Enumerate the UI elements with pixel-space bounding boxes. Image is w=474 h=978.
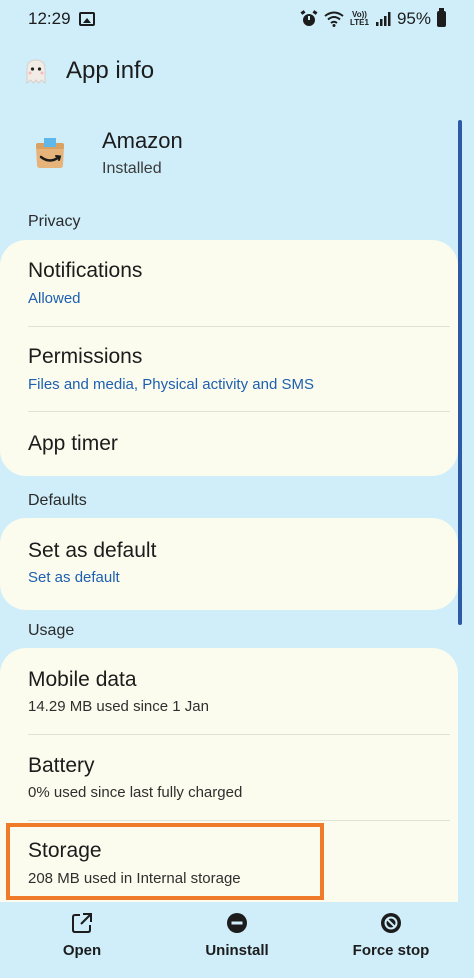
list-item-subtitle: 14.29 MB used since 1 Jan	[28, 698, 209, 715]
uninstall-button-label: Uninstall	[205, 942, 269, 959]
app-identity-text: Amazon Installed	[102, 128, 183, 178]
battery-percent: 95%	[396, 9, 431, 28]
section-label-defaults: Defaults	[28, 492, 87, 509]
app-identity: Amazon Installed	[32, 128, 183, 178]
status-bar: 12:29 Vo)) LTE1 95%	[0, 0, 474, 38]
app-info-header: App info	[22, 52, 154, 90]
section-label-privacy: Privacy	[28, 213, 81, 230]
app-name: Amazon	[102, 128, 183, 153]
storage-highlight-box	[6, 823, 324, 900]
list-item-subtitle: 0% used since last fully charged	[28, 784, 243, 801]
privacy-card: Notifications Allowed Permissions Files …	[0, 240, 458, 476]
open-button-label: Open	[62, 942, 102, 959]
list-item-title: Set as default	[28, 539, 157, 562]
force-stop-icon	[381, 913, 401, 933]
defaults-card: Set as default Set as default	[0, 518, 458, 610]
signal-icon	[375, 12, 391, 26]
status-time: 12:29	[28, 9, 71, 28]
list-item-battery[interactable]: Battery 0% used since last fully charged	[0, 735, 458, 820]
list-item-title: App timer	[28, 432, 118, 455]
battery-icon	[437, 8, 446, 27]
amazon-app-icon	[36, 138, 64, 168]
force-stop-button[interactable]: Force stop	[346, 912, 436, 959]
page-title: App info	[66, 57, 155, 84]
list-item-subtitle: Allowed	[28, 290, 81, 307]
uninstall-icon	[227, 913, 247, 933]
list-item-title: Notifications	[28, 259, 143, 282]
list-item-set-as-default[interactable]: Set as default Set as default	[0, 518, 458, 610]
open-button[interactable]: Open	[46, 912, 118, 959]
uninstall-button[interactable]: Uninstall	[196, 912, 278, 959]
list-item-title: Mobile data	[28, 668, 137, 691]
status-left: 12:29	[28, 9, 95, 29]
list-item-subtitle: Set as default	[28, 569, 120, 586]
wifi-icon	[324, 11, 344, 27]
list-item-mobile-data[interactable]: Mobile data 14.29 MB used since 1 Jan	[0, 648, 458, 734]
status-right: Vo)) LTE1 95%	[300, 8, 446, 29]
list-item-subtitle: Files and media, Physical activity and S…	[28, 376, 314, 393]
app-install-status: Installed	[102, 160, 162, 177]
list-item-notifications[interactable]: Notifications Allowed	[0, 240, 458, 326]
section-label-usage: Usage	[28, 622, 75, 639]
volte-bottom-text: LTE1	[350, 18, 369, 27]
bottom-action-bar: Open Uninstall Force stop	[0, 902, 474, 978]
ghost-icon	[26, 59, 46, 85]
list-item-permissions[interactable]: Permissions Files and media, Physical ac…	[0, 327, 458, 411]
list-item-title: Battery	[28, 754, 95, 777]
force-stop-button-label: Force stop	[352, 942, 430, 959]
gallery-icon	[78, 12, 95, 26]
scroll-indicator[interactable]	[458, 120, 462, 625]
list-item-app-timer[interactable]: App timer	[0, 412, 458, 476]
list-item-title: Permissions	[28, 345, 143, 368]
open-external-icon	[72, 913, 92, 933]
volte-icon: Vo)) LTE1	[350, 11, 369, 27]
alarm-icon	[300, 10, 318, 26]
